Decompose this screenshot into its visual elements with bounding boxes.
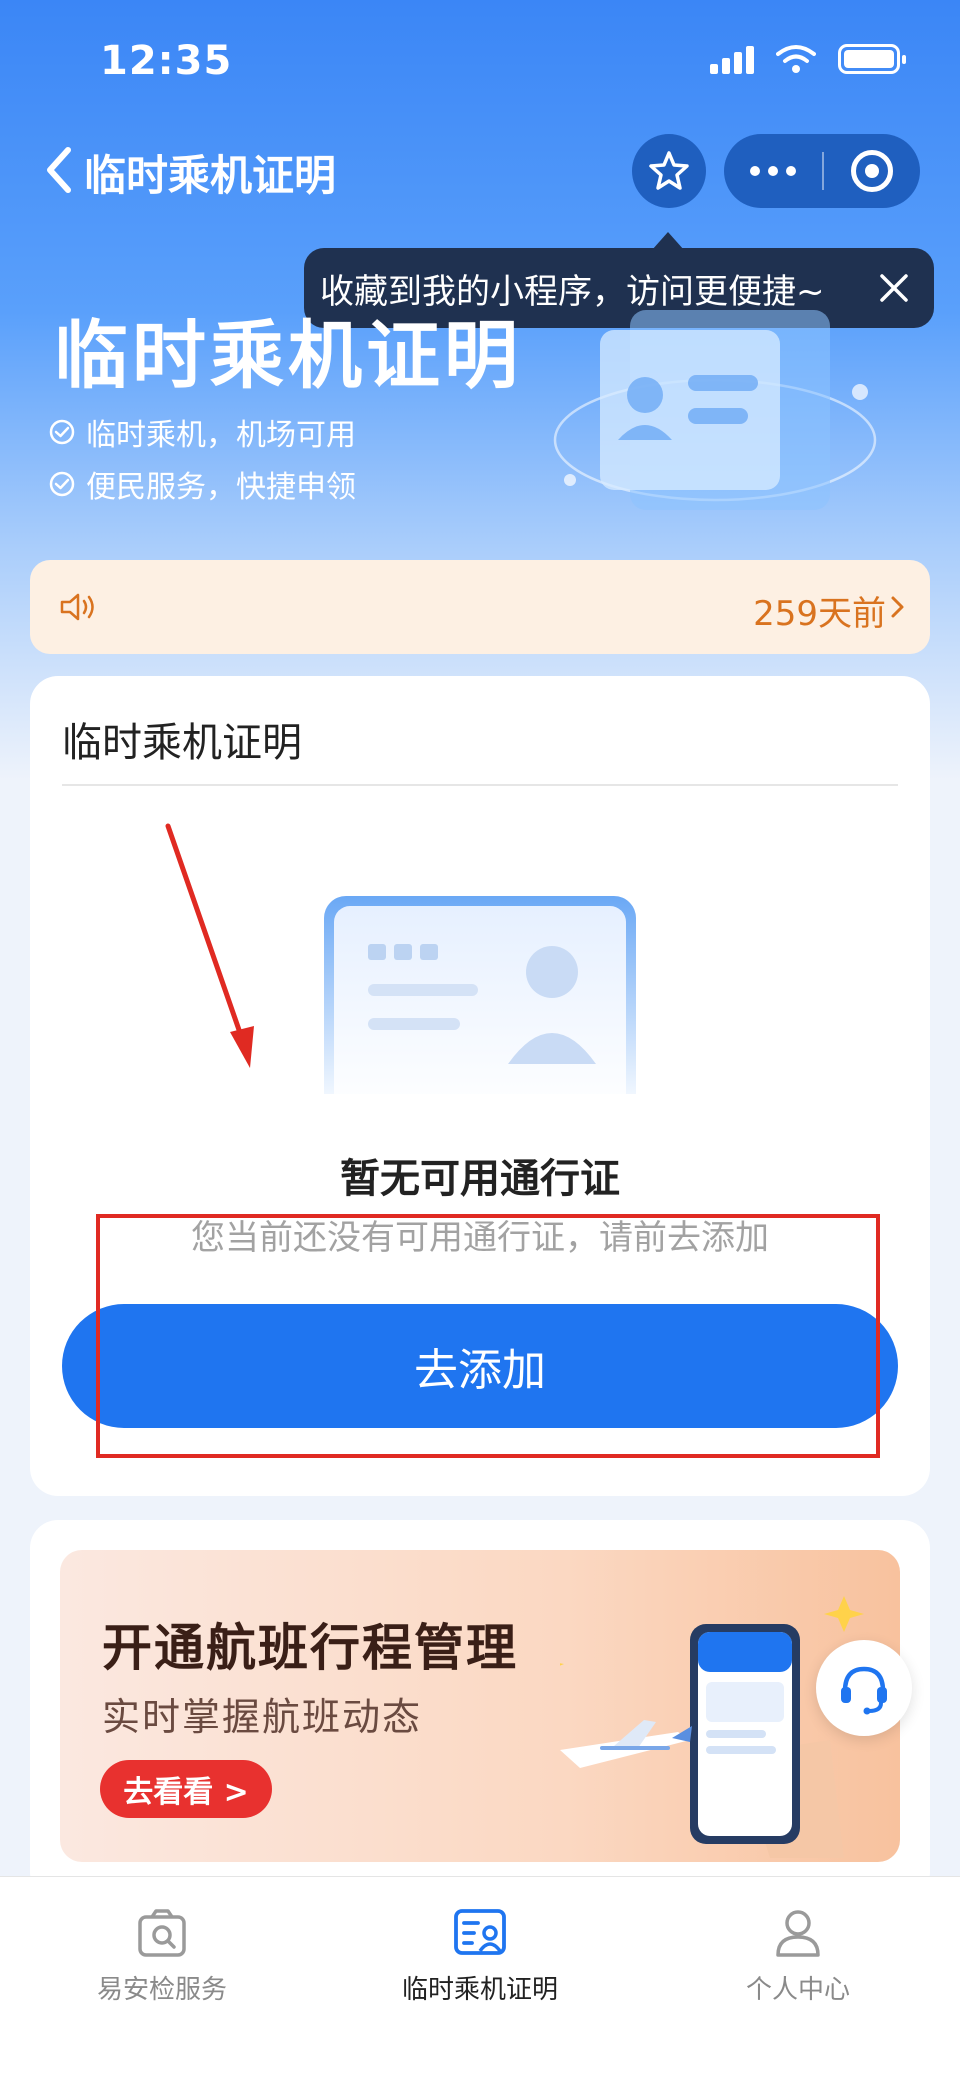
promo-title: 开通航班行程管理 — [102, 1619, 518, 1677]
customer-service-button[interactable] — [816, 1640, 912, 1736]
notice-bar[interactable]: 259天前 — [30, 560, 930, 654]
promo-button-label: 去看看 — [123, 1775, 214, 1810]
promo-view-button[interactable]: 去看看 > — [100, 1760, 272, 1818]
tab-label: 个人中心 — [745, 1975, 850, 2005]
empty-state-title: 暂无可用通行证 — [340, 1156, 620, 1202]
status-icons — [710, 44, 906, 74]
bottom-tab-bar: 易安检服务 临时乘机证明 个人中心 — [0, 1876, 960, 2078]
hero-feature: 便民服务，快捷申领 — [48, 462, 356, 506]
card-divider — [62, 784, 898, 786]
security-check-icon — [138, 1909, 186, 1957]
star-icon — [649, 151, 689, 190]
hero-feature: 临时乘机，机场可用 — [48, 410, 356, 454]
speaker-icon — [60, 593, 94, 621]
flight-management-banner[interactable]: 开通航班行程管理 实时掌握航班动态 去看看 > — [60, 1550, 900, 1862]
tab-personal-center[interactable]: 个人中心 — [678, 1905, 918, 2006]
user-icon — [776, 1910, 820, 1957]
hero-feature-text: 临时乘机，机场可用 — [86, 418, 356, 453]
more-icon[interactable] — [724, 134, 822, 208]
wifi-icon — [776, 45, 816, 73]
favorite-button[interactable] — [632, 134, 706, 208]
promo-subtitle: 实时掌握航班动态 — [102, 1695, 423, 1739]
empty-pass-illustration — [324, 896, 636, 1094]
miniprogram-capsule — [724, 134, 920, 208]
status-time: 12:35 — [100, 38, 233, 84]
chevron-right-icon: > — [223, 1775, 249, 1810]
tab-boarding-certificate[interactable]: 临时乘机证明 — [360, 1905, 600, 2006]
promo-card: 开通航班行程管理 实时掌握航班动态 去看看 > — [30, 1520, 930, 1900]
status-bar: 12:35 — [0, 0, 960, 120]
cellular-signal-icon — [710, 44, 754, 74]
chevron-right-icon — [891, 596, 904, 618]
tab-label: 易安检服务 — [96, 1975, 227, 2005]
back-arrow-icon[interactable] — [36, 140, 84, 200]
id-card-illustration — [553, 310, 877, 510]
nav-title: 临时乘机证明 — [84, 151, 337, 200]
id-card-icon — [454, 1909, 506, 1955]
check-circle-icon — [49, 419, 75, 445]
notice-time: 259天前 — [753, 594, 886, 634]
annotation-highlight-box — [96, 1214, 880, 1458]
check-circle-icon — [49, 471, 75, 497]
headset-icon — [841, 1666, 887, 1715]
card-title: 临时乘机证明 — [62, 720, 302, 766]
annotation-arrow — [165, 823, 254, 1068]
hero-feature-text: 便民服务，快捷申领 — [86, 470, 356, 505]
tab-label: 临时乘机证明 — [401, 1975, 558, 2005]
exit-miniprogram-icon[interactable] — [824, 134, 920, 208]
battery-icon — [838, 44, 906, 74]
hero-title: 临时乘机证明 — [54, 313, 522, 399]
tab-security-service[interactable]: 易安检服务 — [42, 1905, 282, 2006]
